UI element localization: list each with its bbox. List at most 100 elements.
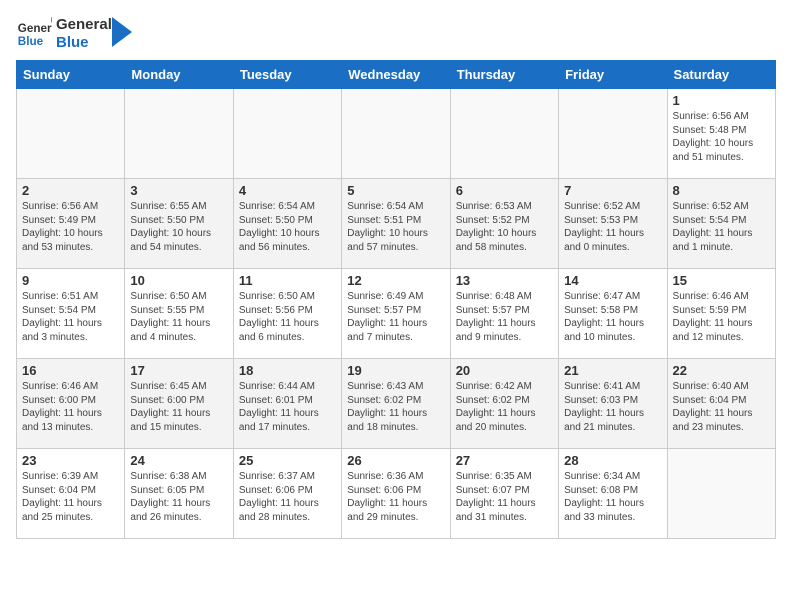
day-info: Sunrise: 6:35 AM Sunset: 6:07 PM Dayligh… [456, 470, 553, 524]
calendar-cell [450, 89, 558, 179]
calendar-cell: 22Sunrise: 6:40 AM Sunset: 6:04 PM Dayli… [667, 359, 775, 449]
day-number: 17 [130, 363, 227, 378]
weekday-header-tuesday: Tuesday [233, 61, 341, 89]
day-info: Sunrise: 6:46 AM Sunset: 5:59 PM Dayligh… [673, 290, 770, 344]
day-number: 12 [347, 273, 444, 288]
calendar-cell: 28 Sunrise: 6:34 AM Sunset: 6:08 PM Dayli… [559, 449, 667, 539]
day-number: 2 [22, 183, 119, 198]
day-number: 8 [673, 183, 770, 198]
day-info: Sunrise: 6:50 AM Sunset: 5:56 PM Dayligh… [239, 290, 336, 344]
calendar-week-row: 9 Sunrise: 6:51 AM Sunset: 5:54 PM Daylig… [17, 269, 776, 359]
calendar-week-row: 2 Sunrise: 6:56 AM Sunset: 5:49 PM Daylig… [17, 179, 776, 269]
calendar-cell: 9 Sunrise: 6:51 AM Sunset: 5:54 PM Daylig… [17, 269, 125, 359]
day-number: 28 [564, 453, 661, 468]
calendar-cell [17, 89, 125, 179]
day-info: Sunrise: 6:42 AM Sunset: 6:02 PM Dayligh… [456, 380, 553, 434]
weekday-header-thursday: Thursday [450, 61, 558, 89]
logo-blue-text: Blue [56, 34, 112, 52]
weekday-header-wednesday: Wednesday [342, 61, 450, 89]
svg-text:Blue: Blue [18, 35, 44, 48]
day-info: Sunrise: 6:49 AM Sunset: 5:57 PM Dayligh… [347, 290, 444, 344]
calendar-cell [667, 449, 775, 539]
day-info: Sunrise: 6:52 AM Sunset: 5:54 PM Dayligh… [673, 200, 770, 254]
day-number: 23 [22, 453, 119, 468]
day-info: Sunrise: 6:55 AM Sunset: 5:50 PM Dayligh… [130, 200, 227, 254]
calendar-header: SundayMondayTuesdayWednesdayThursdayFrid… [17, 61, 776, 89]
calendar-cell: 23 Sunrise: 6:39 AM Sunset: 6:04 PM Dayli… [17, 449, 125, 539]
calendar-cell: 7 Sunrise: 6:52 AM Sunset: 5:53 PM Daylig… [559, 179, 667, 269]
day-info: Sunrise: 6:37 AM Sunset: 6:06 PM Dayligh… [239, 470, 336, 524]
weekday-header-saturday: Saturday [667, 61, 775, 89]
calendar-cell: 11 Sunrise: 6:50 AM Sunset: 5:56 PM Dayli… [233, 269, 341, 359]
header-row: SundayMondayTuesdayWednesdayThursdayFrid… [17, 61, 776, 89]
calendar-cell: 4 Sunrise: 6:54 AM Sunset: 5:50 PM Daylig… [233, 179, 341, 269]
day-number: 22 [673, 363, 770, 378]
calendar-cell: 15Sunrise: 6:46 AM Sunset: 5:59 PM Dayli… [667, 269, 775, 359]
calendar-week-row: 16 Sunrise: 6:46 AM Sunset: 6:00 PM Dayli… [17, 359, 776, 449]
calendar-cell: 25 Sunrise: 6:37 AM Sunset: 6:06 PM Dayli… [233, 449, 341, 539]
calendar-cell: 5Sunrise: 6:54 AM Sunset: 5:51 PM Daylig… [342, 179, 450, 269]
day-info: Sunrise: 6:34 AM Sunset: 6:08 PM Dayligh… [564, 470, 661, 524]
day-number: 5 [347, 183, 444, 198]
calendar-cell: 16 Sunrise: 6:46 AM Sunset: 6:00 PM Dayli… [17, 359, 125, 449]
day-info: Sunrise: 6:44 AM Sunset: 6:01 PM Dayligh… [239, 380, 336, 434]
day-number: 26 [347, 453, 444, 468]
calendar-cell: 26 Sunrise: 6:36 AM Sunset: 6:06 PM Dayli… [342, 449, 450, 539]
calendar-cell [559, 89, 667, 179]
calendar-cell: 27 Sunrise: 6:35 AM Sunset: 6:07 PM Dayli… [450, 449, 558, 539]
day-info: Sunrise: 6:46 AM Sunset: 6:00 PM Dayligh… [22, 380, 119, 434]
day-number: 11 [239, 273, 336, 288]
day-number: 3 [130, 183, 227, 198]
calendar-cell: 21 Sunrise: 6:41 AM Sunset: 6:03 PM Dayli… [559, 359, 667, 449]
day-number: 14 [564, 273, 661, 288]
day-number: 25 [239, 453, 336, 468]
day-info: Sunrise: 6:54 AM Sunset: 5:50 PM Dayligh… [239, 200, 336, 254]
day-number: 7 [564, 183, 661, 198]
day-number: 9 [22, 273, 119, 288]
day-info: Sunrise: 6:36 AM Sunset: 6:06 PM Dayligh… [347, 470, 444, 524]
logo-icon: General Blue [16, 16, 52, 52]
calendar-table: SundayMondayTuesdayWednesdayThursdayFrid… [16, 60, 776, 539]
calendar-cell: 24Sunrise: 6:38 AM Sunset: 6:05 PM Dayli… [125, 449, 233, 539]
day-number: 16 [22, 363, 119, 378]
day-number: 21 [564, 363, 661, 378]
day-number: 6 [456, 183, 553, 198]
day-info: Sunrise: 6:41 AM Sunset: 6:03 PM Dayligh… [564, 380, 661, 434]
day-number: 4 [239, 183, 336, 198]
calendar-week-row: 1Sunrise: 6:56 AM Sunset: 5:48 PM Daylig… [17, 89, 776, 179]
calendar-cell [125, 89, 233, 179]
day-info: Sunrise: 6:47 AM Sunset: 5:58 PM Dayligh… [564, 290, 661, 344]
logo-arrow-icon [112, 17, 132, 47]
day-info: Sunrise: 6:53 AM Sunset: 5:52 PM Dayligh… [456, 200, 553, 254]
day-info: Sunrise: 6:52 AM Sunset: 5:53 PM Dayligh… [564, 200, 661, 254]
calendar-cell: 6 Sunrise: 6:53 AM Sunset: 5:52 PM Daylig… [450, 179, 558, 269]
calendar-cell: 13 Sunrise: 6:48 AM Sunset: 5:57 PM Dayli… [450, 269, 558, 359]
calendar-cell [233, 89, 341, 179]
calendar-cell: 12 Sunrise: 6:49 AM Sunset: 5:57 PM Dayli… [342, 269, 450, 359]
calendar-cell: 19Sunrise: 6:43 AM Sunset: 6:02 PM Dayli… [342, 359, 450, 449]
day-number: 13 [456, 273, 553, 288]
weekday-header-friday: Friday [559, 61, 667, 89]
calendar-body: 1Sunrise: 6:56 AM Sunset: 5:48 PM Daylig… [17, 89, 776, 539]
day-info: Sunrise: 6:50 AM Sunset: 5:55 PM Dayligh… [130, 290, 227, 344]
calendar-cell: 17 Sunrise: 6:45 AM Sunset: 6:00 PM Dayli… [125, 359, 233, 449]
day-number: 18 [239, 363, 336, 378]
day-info: Sunrise: 6:48 AM Sunset: 5:57 PM Dayligh… [456, 290, 553, 344]
day-number: 27 [456, 453, 553, 468]
day-info: Sunrise: 6:56 AM Sunset: 5:49 PM Dayligh… [22, 200, 119, 254]
page-header: General Blue General Blue [16, 16, 776, 52]
calendar-cell: 14 Sunrise: 6:47 AM Sunset: 5:58 PM Dayli… [559, 269, 667, 359]
calendar-cell: 18 Sunrise: 6:44 AM Sunset: 6:01 PM Dayli… [233, 359, 341, 449]
calendar-cell [342, 89, 450, 179]
day-number: 10 [130, 273, 227, 288]
day-number: 24 [130, 453, 227, 468]
calendar-cell: 8 Sunrise: 6:52 AM Sunset: 5:54 PM Daylig… [667, 179, 775, 269]
calendar-cell: 10 Sunrise: 6:50 AM Sunset: 5:55 PM Dayli… [125, 269, 233, 359]
day-info: Sunrise: 6:56 AM Sunset: 5:48 PM Dayligh… [673, 110, 770, 164]
day-info: Sunrise: 6:45 AM Sunset: 6:00 PM Dayligh… [130, 380, 227, 434]
day-info: Sunrise: 6:51 AM Sunset: 5:54 PM Dayligh… [22, 290, 119, 344]
day-info: Sunrise: 6:39 AM Sunset: 6:04 PM Dayligh… [22, 470, 119, 524]
day-number: 20 [456, 363, 553, 378]
weekday-header-sunday: Sunday [17, 61, 125, 89]
calendar-cell: 1Sunrise: 6:56 AM Sunset: 5:48 PM Daylig… [667, 89, 775, 179]
